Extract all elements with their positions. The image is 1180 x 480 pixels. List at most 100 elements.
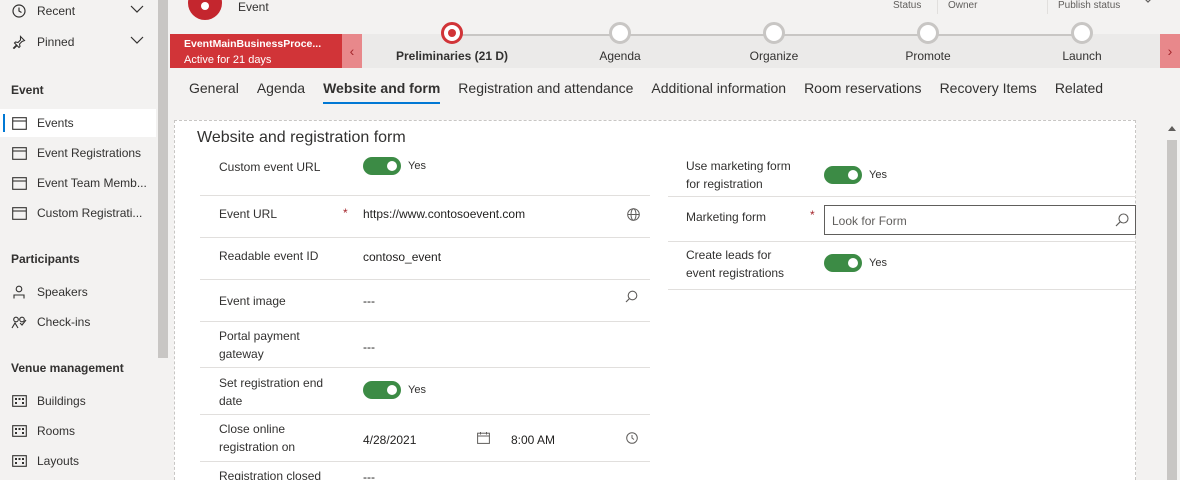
process-flyout[interactable]: EventMainBusinessProce... Active for 21 … [170, 34, 342, 68]
sidebar-item-event-team-members[interactable]: Event Team Memb... [0, 169, 156, 197]
sidebar-item-custom-registration[interactable]: Custom Registrati... [0, 199, 156, 227]
tab-additional-information[interactable]: Additional information [651, 80, 786, 104]
tab-agenda[interactable]: Agenda [257, 80, 305, 104]
sidebar-item-recent[interactable]: Recent [0, 0, 156, 25]
chevron-down-icon[interactable] [130, 35, 144, 45]
chevron-down-icon[interactable] [130, 4, 144, 14]
field-event-image: Event image --- [200, 280, 650, 322]
process-status: Active for 21 days [184, 54, 272, 66]
process-name: EventMainBusinessProce... [184, 38, 322, 50]
sidebar-item-pinned[interactable]: Pinned [0, 28, 156, 56]
sidebar-item-event-registrations[interactable]: Event Registrations [0, 139, 156, 167]
stage-launch[interactable]: Launch [1012, 22, 1152, 63]
person-icon [11, 284, 27, 300]
toggle-switch[interactable] [363, 381, 401, 399]
sidebar-item-label: Layouts [37, 454, 80, 468]
close-time-input[interactable]: 8:00 AM [511, 433, 555, 447]
stage-active-icon [441, 22, 463, 44]
close-date-input[interactable]: 4/28/2021 [363, 433, 416, 447]
stage-promote[interactable]: Promote [858, 22, 998, 63]
toggle-switch[interactable] [824, 254, 862, 272]
sidebar-item-label: Check-ins [37, 315, 91, 329]
field-readable-event-id: Readable event ID contoso_event [200, 238, 650, 280]
header-divider [937, 0, 938, 14]
chevron-right-icon: › [1167, 43, 1173, 59]
calendar-icon[interactable] [477, 432, 490, 444]
sidebar-item-label: Buildings [37, 394, 86, 408]
event-image-lookup[interactable]: --- [363, 294, 375, 308]
marketing-form-lookup-input[interactable]: Look for Form [824, 205, 1136, 235]
sidebar-item-label: Events [37, 116, 74, 130]
sidebar-group-venue: Venue management [11, 361, 124, 375]
tab-website-and-form[interactable]: Website and form [323, 80, 441, 104]
tab-recovery-items[interactable]: Recovery Items [940, 80, 1037, 104]
form-scrollbar[interactable] [1164, 120, 1180, 480]
search-icon[interactable] [1115, 213, 1129, 227]
sidebar-item-label: Event Team Memb... [37, 176, 147, 190]
header-field-owner: Owner [948, 0, 978, 11]
required-indicator: * [810, 208, 815, 222]
pin-icon [11, 34, 27, 50]
event-url-input[interactable]: https://www.contosoevent.com [363, 207, 525, 221]
set-registration-end-toggle[interactable]: Yes [363, 381, 426, 399]
stage-agenda[interactable]: Agenda [550, 22, 690, 63]
sidebar-item-check-ins[interactable]: Check-ins [0, 308, 156, 336]
sidebar-item-events[interactable]: Events [0, 109, 156, 137]
scrollbar-thumb[interactable] [1167, 140, 1177, 480]
use-marketing-form-toggle[interactable]: Yes [824, 166, 887, 184]
section-title: Website and registration form [197, 129, 406, 146]
scroll-up-icon[interactable] [1168, 126, 1176, 131]
toggle-switch[interactable] [363, 157, 401, 175]
readable-event-id-input[interactable]: contoso_event [363, 250, 441, 264]
create-leads-toggle[interactable]: Yes [824, 254, 887, 272]
stage-organize[interactable]: Organize [704, 22, 844, 63]
building-icon [11, 393, 27, 409]
site-map-sidebar: Recent Pinned Event Events Event Registr… [0, 0, 170, 480]
tab-general[interactable]: General [189, 80, 239, 104]
field-close-online-registration: Close online registration on 4/28/2021 8… [200, 415, 650, 462]
field-create-leads: Create leads for event registrations Yes [668, 242, 1136, 290]
stage-icon [917, 22, 939, 44]
sidebar-item-speakers[interactable]: Speakers [0, 278, 156, 306]
header-divider [1047, 0, 1048, 14]
search-icon[interactable] [625, 290, 638, 303]
field-marketing-form: Marketing form * Look for Form [668, 202, 1136, 242]
previous-stage-button[interactable]: ‹ [342, 34, 362, 68]
globe-icon[interactable] [627, 208, 640, 221]
sidebar-item-layouts[interactable]: Layouts [0, 447, 156, 475]
portal-payment-value[interactable]: --- [363, 340, 375, 354]
clock-icon[interactable] [626, 432, 638, 444]
sidebar-group-event: Event [11, 83, 44, 97]
sidebar-scrollbar[interactable] [158, 0, 168, 358]
sidebar-item-buildings[interactable]: Buildings [0, 387, 156, 415]
stage-preliminaries[interactable]: Preliminaries (21 D) [382, 22, 522, 63]
registration-closed-value[interactable]: --- [363, 470, 375, 480]
toggle-switch[interactable] [824, 166, 862, 184]
required-indicator: * [343, 206, 348, 220]
business-process-bar: EventMainBusinessProce... Active for 21 … [170, 22, 1180, 68]
chevron-down-icon[interactable] [1142, 0, 1154, 4]
tab-related[interactable]: Related [1055, 80, 1103, 104]
main-content: Event Status Owner Publish status EventM… [170, 0, 1180, 480]
custom-url-toggle[interactable]: Yes [363, 157, 426, 175]
sidebar-item-label: Custom Registrati... [37, 206, 143, 220]
form-tabs: General Agenda Website and form Registra… [189, 80, 1121, 104]
clock-icon [11, 3, 27, 19]
tab-registration-and-attendance[interactable]: Registration and attendance [458, 80, 633, 104]
sidebar-item-label: Pinned [37, 35, 75, 49]
building-icon [11, 423, 27, 439]
field-registration-closed: Registration closed --- [200, 462, 650, 480]
next-stage-button[interactable]: › [1160, 34, 1180, 68]
tab-room-reservations[interactable]: Room reservations [804, 80, 922, 104]
field-portal-payment-gateway: Portal payment gateway --- [200, 322, 650, 368]
entity-avatar [188, 0, 222, 20]
sidebar-item-label: Event Registrations [37, 146, 142, 160]
calendar-icon [11, 175, 27, 191]
calendar-icon [11, 115, 27, 131]
building-icon [11, 453, 27, 469]
chevron-left-icon: ‹ [349, 43, 355, 59]
calendar-icon [11, 205, 27, 221]
sidebar-item-rooms[interactable]: Rooms [0, 417, 156, 445]
header-field-status: Status [893, 0, 922, 11]
sidebar-item-label: Recent [37, 4, 76, 18]
